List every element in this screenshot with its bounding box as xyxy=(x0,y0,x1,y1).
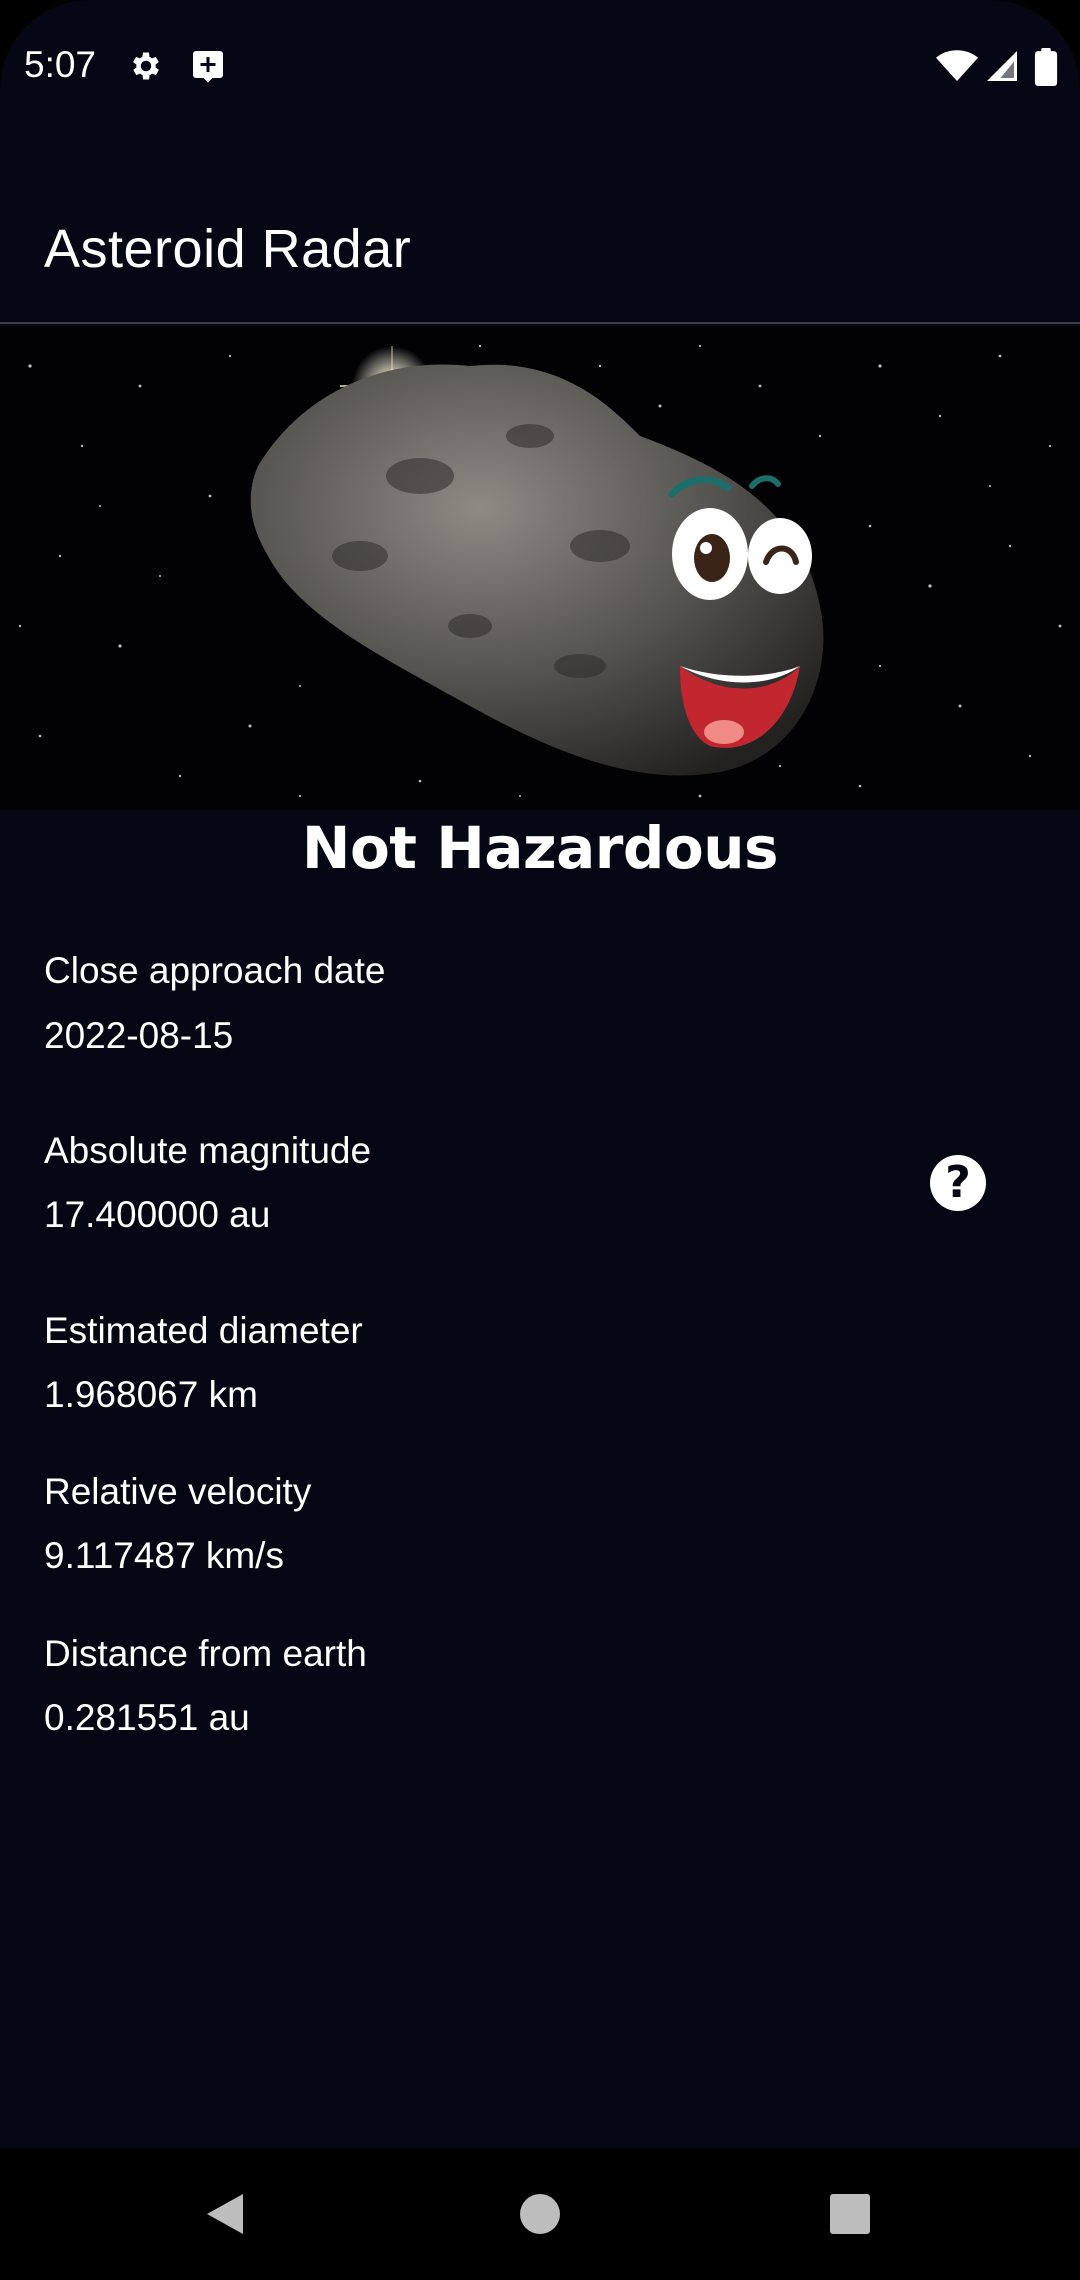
status-time: 5:07 xyxy=(24,44,97,85)
signal-icon xyxy=(984,48,1020,89)
distance-from-earth-label: Distance from earth xyxy=(44,1633,367,1674)
settings-gear-icon xyxy=(128,48,164,89)
recents-button[interactable] xyxy=(790,2148,910,2280)
estimated-diameter-value: 1.968067 km xyxy=(44,1374,258,1415)
help-question-icon[interactable]: ? xyxy=(930,1155,986,1211)
add-box-icon xyxy=(190,48,226,89)
battery-icon xyxy=(1034,48,1058,91)
phone-screen: 5:07 Asteroid Radar Not Hazardous Close … xyxy=(0,0,1080,2280)
relative-velocity-value: 9.117487 km/s xyxy=(44,1535,284,1576)
back-icon xyxy=(207,2194,243,2234)
wifi-icon xyxy=(936,48,978,89)
absolute-magnitude-label: Absolute magnitude xyxy=(44,1130,372,1171)
home-icon xyxy=(520,2194,560,2234)
distance-from-earth-value: 0.281551 au xyxy=(44,1697,250,1738)
close-approach-date-label: Close approach date xyxy=(44,950,386,991)
recents-icon xyxy=(830,2194,870,2234)
navigation-bar xyxy=(0,2148,1080,2280)
asteroid-happy-image xyxy=(0,326,1080,810)
app-bar: Asteroid Radar xyxy=(0,132,1080,324)
home-button[interactable] xyxy=(480,2148,600,2280)
app-title: Asteroid Radar xyxy=(44,219,412,279)
status-bar: 5:07 xyxy=(0,0,1080,132)
relative-velocity-label: Relative velocity xyxy=(44,1471,312,1512)
absolute-magnitude-value: 17.400000 au xyxy=(44,1194,271,1235)
close-approach-date-value: 2022-08-15 xyxy=(44,1015,234,1056)
back-button[interactable] xyxy=(165,2148,285,2280)
hazard-status: Not Hazardous xyxy=(301,814,779,882)
estimated-diameter-label: Estimated diameter xyxy=(44,1310,363,1351)
